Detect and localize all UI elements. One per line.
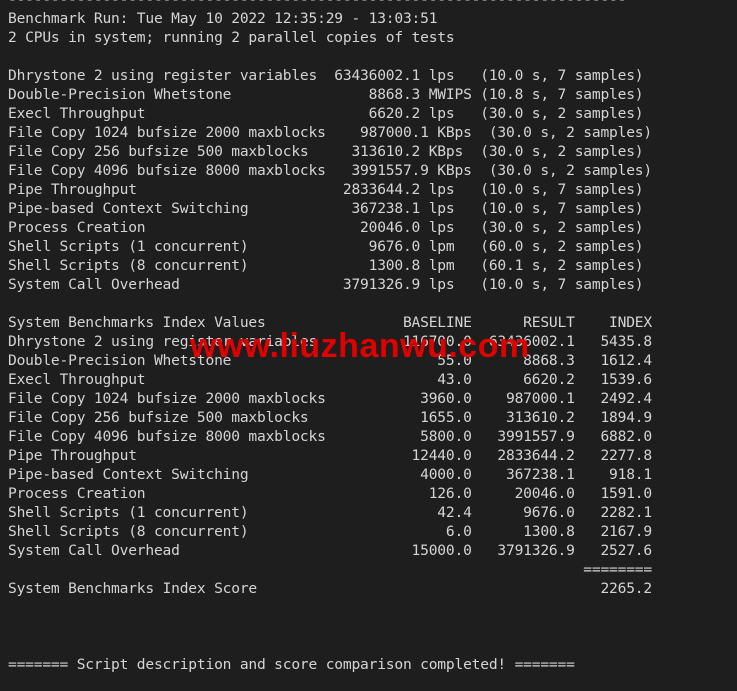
result-row: File Copy 1024 bufsize 2000 maxblocks 98…	[8, 124, 652, 141]
index-score-row: System Benchmarks Index Score 2265.2	[8, 580, 652, 597]
completion-footer: ======= Script description and score com…	[8, 656, 575, 673]
index-row: Pipe-based Context Switching 4000.0 3672…	[8, 466, 652, 483]
index-row: Shell Scripts (1 concurrent) 42.4 9676.0…	[8, 504, 652, 521]
result-row: Double-Precision Whetstone 8868.3 MWIPS …	[8, 86, 644, 103]
watermark: www.liuzhanwu.com	[190, 327, 530, 365]
index-row: File Copy 4096 bufsize 8000 maxblocks 58…	[8, 428, 652, 445]
result-row: Process Creation 20046.0 lps (30.0 s, 2 …	[8, 219, 644, 236]
index-row: Pipe Throughput 12440.0 2833644.2 2277.8	[8, 447, 652, 464]
result-row: Pipe Throughput 2833644.2 lps (10.0 s, 7…	[8, 181, 644, 198]
cpu-info-line: 2 CPUs in system; running 2 parallel cop…	[8, 29, 455, 46]
index-row: System Call Overhead 15000.0 3791326.9 2…	[8, 542, 652, 559]
result-row: File Copy 256 bufsize 500 maxblocks 3136…	[8, 143, 644, 160]
index-row: Execl Throughput 43.0 6620.2 1539.6	[8, 371, 652, 388]
result-row: File Copy 4096 bufsize 8000 maxblocks 39…	[8, 162, 652, 179]
separator-line: ----------------------------------------…	[8, 0, 652, 9]
index-row: File Copy 1024 bufsize 2000 maxblocks 39…	[8, 390, 652, 407]
benchmark-run-line: Benchmark Run: Tue May 10 2022 12:35:29 …	[8, 10, 438, 27]
index-row: Process Creation 126.0 20046.0 1591.0	[8, 485, 652, 502]
result-row: Shell Scripts (1 concurrent) 9676.0 lpm …	[8, 238, 644, 255]
result-row: System Call Overhead 3791326.9 lps (10.0…	[8, 276, 644, 293]
result-row: Shell Scripts (8 concurrent) 1300.8 lpm …	[8, 257, 644, 274]
index-row: File Copy 256 bufsize 500 maxblocks 1655…	[8, 409, 652, 426]
index-divider: ========	[8, 561, 652, 578]
index-row: Shell Scripts (8 concurrent) 6.0 1300.8 …	[8, 523, 652, 540]
result-row: Pipe-based Context Switching 367238.1 lp…	[8, 200, 644, 217]
result-row: Dhrystone 2 using register variables 634…	[8, 67, 644, 84]
result-row: Execl Throughput 6620.2 lps (30.0 s, 2 s…	[8, 105, 644, 122]
